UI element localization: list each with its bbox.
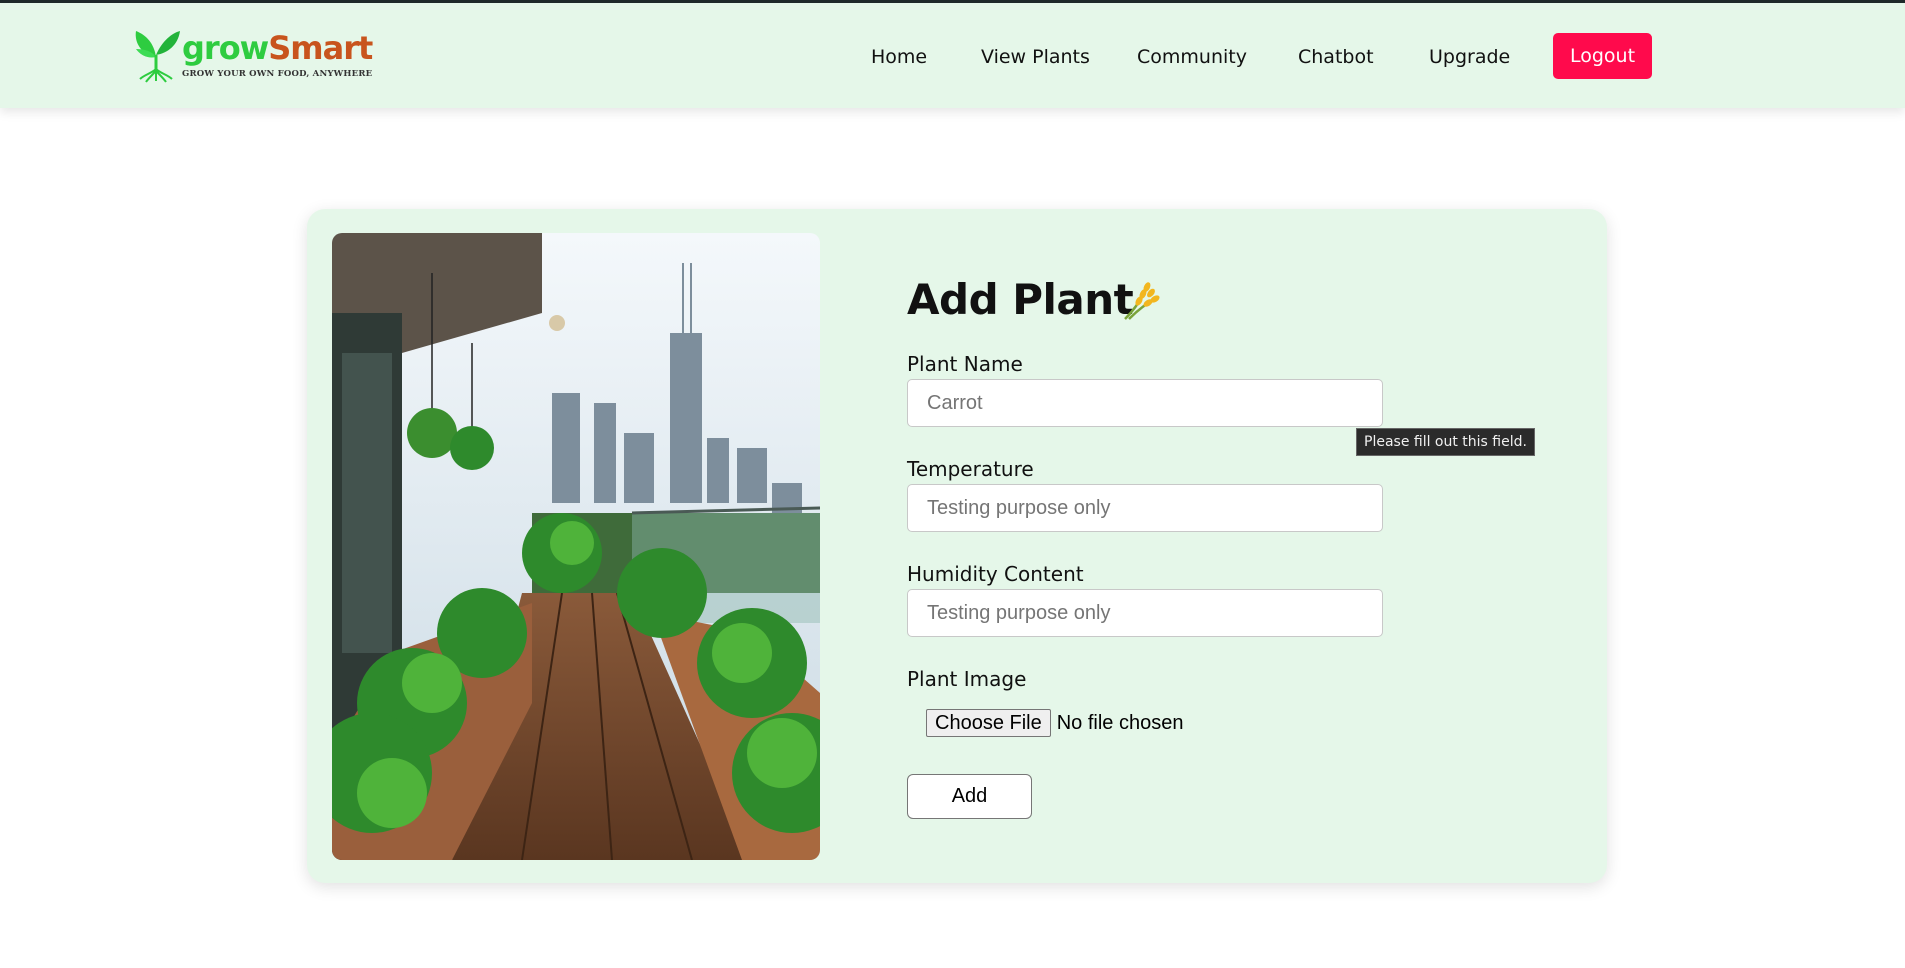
balcony-garden-illustration xyxy=(332,233,820,860)
validation-tooltip: Please fill out this field. xyxy=(1356,428,1535,456)
plant-name-input[interactable] xyxy=(907,379,1383,427)
balcony-garden-image xyxy=(332,233,820,860)
plant-name-label: Plant Name xyxy=(907,352,1023,376)
temperature-input[interactable] xyxy=(907,484,1383,532)
nav-view-plants[interactable]: View Plants xyxy=(981,46,1090,68)
plant-image-label: Plant Image xyxy=(907,667,1027,691)
temperature-label: Temperature xyxy=(907,457,1034,481)
nav-upgrade[interactable]: Upgrade xyxy=(1429,46,1510,68)
add-plant-button[interactable]: Add xyxy=(907,774,1032,819)
brand-wordmark: growSmart xyxy=(182,29,373,67)
brand-tagline: GROW YOUR OWN FOOD, ANYWHERE xyxy=(182,69,373,79)
nav-chatbot[interactable]: Chatbot xyxy=(1298,46,1374,68)
plant-image-file-input[interactable]: Choose File No file chosen xyxy=(926,708,1183,738)
choose-file-button[interactable]: Choose File xyxy=(926,709,1051,737)
navbar: growSmart GROW YOUR OWN FOOD, ANYWHERE H… xyxy=(0,3,1905,108)
sprout-logo-icon xyxy=(135,31,180,83)
humidity-input[interactable] xyxy=(907,589,1383,637)
wheat-sheaf-icon xyxy=(1124,282,1160,320)
page-title: Add Plant xyxy=(907,275,1134,324)
logout-button[interactable]: Logout xyxy=(1553,33,1652,79)
nav-home[interactable]: Home xyxy=(871,46,927,68)
file-status-text: No file chosen xyxy=(1056,711,1184,734)
add-plant-card: Add Plant Plant Name Temperature Humidit… xyxy=(307,209,1607,883)
nav-community[interactable]: Community xyxy=(1137,46,1247,68)
humidity-label: Humidity Content xyxy=(907,562,1084,586)
brand-logo[interactable]: growSmart GROW YOUR OWN FOOD, ANYWHERE xyxy=(132,25,373,85)
